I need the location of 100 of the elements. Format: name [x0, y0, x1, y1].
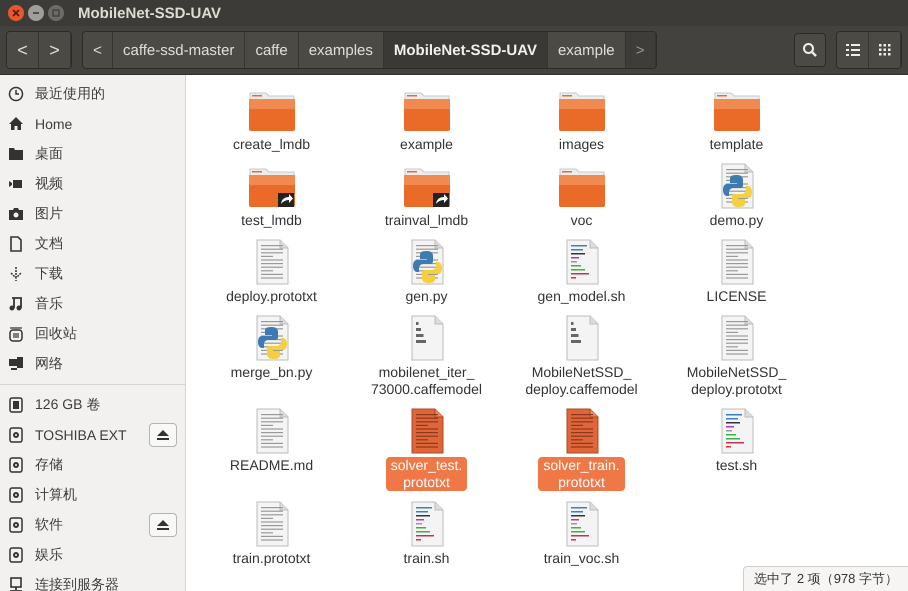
drive-icon: [8, 427, 24, 443]
file-name: gen.py: [404, 288, 449, 305]
file-item[interactable]: mobilenet_iter_ 73000.caffemodel: [349, 315, 504, 398]
eject-icon: [157, 430, 169, 440]
search-icon: [802, 42, 818, 58]
file-name: train_voc.sh: [542, 550, 620, 567]
eject-icon: [157, 520, 169, 530]
sidebar-item[interactable]: 桌面: [0, 139, 185, 169]
sidebar-item[interactable]: Home: [0, 109, 185, 139]
file-name: demo.py: [708, 212, 764, 229]
sidebar-item[interactable]: 126 GB 卷: [0, 390, 185, 420]
sidebar-item[interactable]: 图片: [0, 199, 185, 229]
clock-icon: [8, 86, 24, 102]
file-name: test_lmdb: [240, 212, 303, 229]
chip-icon: [8, 397, 24, 413]
sidebar-item[interactable]: TOSHIBA EXT: [0, 420, 185, 450]
file-name: MobileNetSSD_ deploy.prototxt: [686, 364, 788, 398]
eject-button[interactable]: [149, 423, 177, 447]
file-name: create_lmdb: [232, 136, 312, 153]
file-name: solver_train. prototxt: [538, 457, 625, 491]
sidebar-item[interactable]: 下载: [0, 259, 185, 289]
drive-icon: [8, 517, 24, 533]
sidebar-item[interactable]: 存储: [0, 450, 185, 480]
list-view-button[interactable]: [837, 32, 869, 68]
forward-button[interactable]: >: [39, 32, 71, 68]
path-segment-button[interactable]: example: [548, 32, 626, 68]
back-button[interactable]: <: [7, 32, 39, 68]
close-icon: [12, 9, 20, 17]
file-item[interactable]: merge_bn.py: [194, 315, 349, 398]
sidebar-item[interactable]: 回收站: [0, 319, 185, 349]
file-name: LICENSE: [706, 288, 768, 305]
sidebar-item[interactable]: 音乐: [0, 289, 185, 319]
path-scroll-left-button[interactable]: <: [83, 32, 113, 68]
sidebar-item[interactable]: 计算机: [0, 480, 185, 510]
camera-icon: [8, 206, 24, 222]
list-icon: [846, 44, 860, 56]
file-item[interactable]: MobileNetSSD_ deploy.caffemodel: [504, 315, 659, 398]
file-name: images: [558, 136, 606, 153]
file-item[interactable]: train.prototxt: [194, 501, 349, 567]
folder-icon: [8, 146, 24, 162]
minimize-button[interactable]: [28, 5, 44, 21]
file-name: MobileNetSSD_ deploy.caffemodel: [524, 364, 639, 398]
trash-icon: [8, 326, 24, 342]
file-item[interactable]: trainval_lmdb: [349, 163, 504, 229]
file-item[interactable]: gen_model.sh: [504, 239, 659, 305]
file-name: template: [708, 136, 764, 153]
file-item[interactable]: MobileNetSSD_ deploy.prototxt: [659, 315, 814, 398]
grid-icon: [878, 44, 890, 56]
path-scroll-right-button[interactable]: >: [626, 32, 656, 68]
file-name: deploy.prototxt: [225, 288, 318, 305]
file-name: solver_test. prototxt: [386, 457, 468, 491]
music-icon: [8, 296, 24, 312]
file-name: test.sh: [714, 457, 758, 474]
file-item[interactable]: create_lmdb: [194, 87, 349, 153]
sidebar-item[interactable]: 娱乐: [0, 540, 185, 570]
file-item[interactable]: voc: [504, 163, 659, 229]
file-name: example: [399, 136, 454, 153]
file-name: mobilenet_iter_ 73000.caffemodel: [370, 364, 484, 398]
path-segment-button[interactable]: examples: [298, 32, 384, 68]
file-name: train.sh: [402, 550, 450, 567]
eject-button[interactable]: [149, 513, 177, 537]
path-segment-button[interactable]: MobileNet-SSD-UAV: [384, 32, 548, 68]
path-segment-button[interactable]: caffe-ssd-master: [113, 32, 246, 68]
file-item[interactable]: test_lmdb: [194, 163, 349, 229]
minimize-icon: [32, 9, 40, 17]
file-item[interactable]: deploy.prototxt: [194, 239, 349, 305]
close-button[interactable]: [8, 5, 24, 21]
file-name: merge_bn.py: [230, 364, 314, 381]
sidebar-item[interactable]: 网络: [0, 349, 185, 379]
network-icon: [8, 356, 24, 372]
download-icon: [8, 266, 24, 282]
sidebar-item[interactable]: 连接到服务器: [0, 570, 185, 591]
home-icon: [8, 116, 24, 132]
file-item[interactable]: train_voc.sh: [504, 501, 659, 567]
sidebar-item[interactable]: 文档: [0, 229, 185, 259]
maximize-icon: [52, 9, 60, 17]
sidebar-item[interactable]: 视频: [0, 169, 185, 199]
drive-icon: [8, 487, 24, 503]
file-item[interactable]: images: [504, 87, 659, 153]
file-name: gen_model.sh: [536, 288, 626, 305]
sidebar-item[interactable]: 软件: [0, 510, 185, 540]
document-icon: [8, 236, 24, 252]
file-item[interactable]: example: [349, 87, 504, 153]
file-item[interactable]: gen.py: [349, 239, 504, 305]
drive-icon: [8, 457, 24, 473]
file-item[interactable]: LICENSE: [659, 239, 814, 305]
file-item[interactable]: README.md: [194, 408, 349, 491]
search-button[interactable]: [794, 33, 826, 67]
file-name: README.md: [228, 457, 314, 474]
file-item[interactable]: test.sh: [659, 408, 814, 491]
sidebar-item[interactable]: 最近使用的: [0, 79, 185, 109]
file-name: train.prototxt: [232, 550, 312, 567]
status-text: 选中了 2 项（978 字节）: [743, 566, 908, 591]
file-item[interactable]: demo.py: [659, 163, 814, 229]
drive-icon: [8, 547, 24, 563]
path-segment-button[interactable]: caffe: [245, 32, 299, 68]
grid-view-button[interactable]: [869, 32, 901, 68]
file-item[interactable]: template: [659, 87, 814, 153]
file-item[interactable]: train.sh: [349, 501, 504, 567]
window-title: MobileNet-SSD-UAV: [78, 4, 222, 22]
